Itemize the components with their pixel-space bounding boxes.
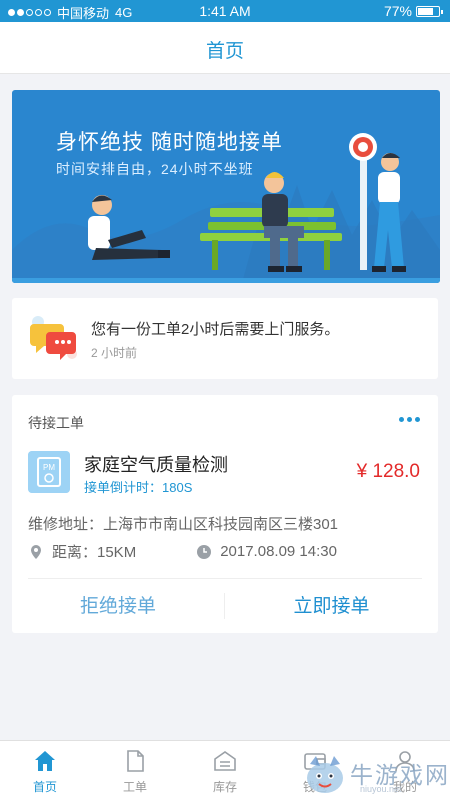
notification-card[interactable]: 您有一份工单2小时后需要上门服务。 2 小时前 xyxy=(12,298,438,379)
page-title: 首页 xyxy=(205,41,244,62)
home-icon xyxy=(35,751,55,771)
banner-illustration xyxy=(12,133,440,283)
distance-time-row: 距离：15KM 2017.08.09 14:30 xyxy=(28,541,337,562)
tab-orders-label: 工单 xyxy=(122,780,147,794)
pending-order-card: 待接工单 PM 家庭空气质量检测 接单倒计时：180S ¥ 128.0 维修地址… xyxy=(12,395,438,633)
accept-countdown: 接单倒计时：180S xyxy=(84,480,193,495)
clock-icon xyxy=(197,544,212,559)
banner-title: 身怀绝技 随时随地接单 xyxy=(56,131,283,154)
watermark-logo xyxy=(307,756,343,793)
nav-bar: 首页 xyxy=(0,22,450,74)
tab-home[interactable]: 首页 xyxy=(0,741,90,800)
svg-text:PM: PM xyxy=(43,463,55,472)
tab-orders[interactable]: 工单 xyxy=(90,741,180,800)
watermark: 牛游戏网 niuyou.net xyxy=(300,748,450,798)
service-address: 维修地址：上海市市南山区科技园南区三楼301 xyxy=(28,516,339,533)
order-section-title: 待接工单 xyxy=(28,415,84,431)
location-pin-icon xyxy=(31,544,41,559)
accept-order-button[interactable]: 立即接单 xyxy=(225,587,438,627)
distance-text: 距离：15KM xyxy=(52,544,137,561)
status-time: 1:41 AM xyxy=(199,3,251,19)
tab-home-label: 首页 xyxy=(32,780,57,794)
more-options-icon[interactable] xyxy=(399,417,420,422)
chat-bubbles-icon xyxy=(30,316,77,360)
service-name: 家庭空气质量检测 xyxy=(84,455,228,475)
watermark-url: niuyou.net xyxy=(360,784,402,794)
warehouse-icon xyxy=(214,751,236,771)
pm-monitor-icon: PM xyxy=(28,451,70,493)
notification-text: 您有一份工单2小时后需要上门服务。 xyxy=(91,321,340,338)
appointment-time: 2017.08.09 14:30 xyxy=(220,543,337,560)
promo-banner[interactable]: 身怀绝技 随时随地接单 时间安排自由，24小时不坐班 xyxy=(12,90,440,283)
tab-inventory-label: 库存 xyxy=(212,780,237,794)
battery-percent: 77% xyxy=(383,3,412,19)
status-bar: 中国移动 4G 1:41 AM 77% xyxy=(0,0,450,22)
card-divider xyxy=(28,578,422,579)
banner-subtitle: 时间安排自由，24小时不坐班 xyxy=(56,161,254,177)
status-right: 77% xyxy=(383,3,443,19)
document-icon xyxy=(127,750,144,772)
battery-icon xyxy=(416,5,443,17)
order-price: ¥ 128.0 xyxy=(356,461,420,482)
reject-order-button[interactable]: 拒绝接单 xyxy=(12,587,224,627)
tab-inventory[interactable]: 库存 xyxy=(180,741,270,800)
notification-time: 2 小时前 xyxy=(91,346,138,360)
